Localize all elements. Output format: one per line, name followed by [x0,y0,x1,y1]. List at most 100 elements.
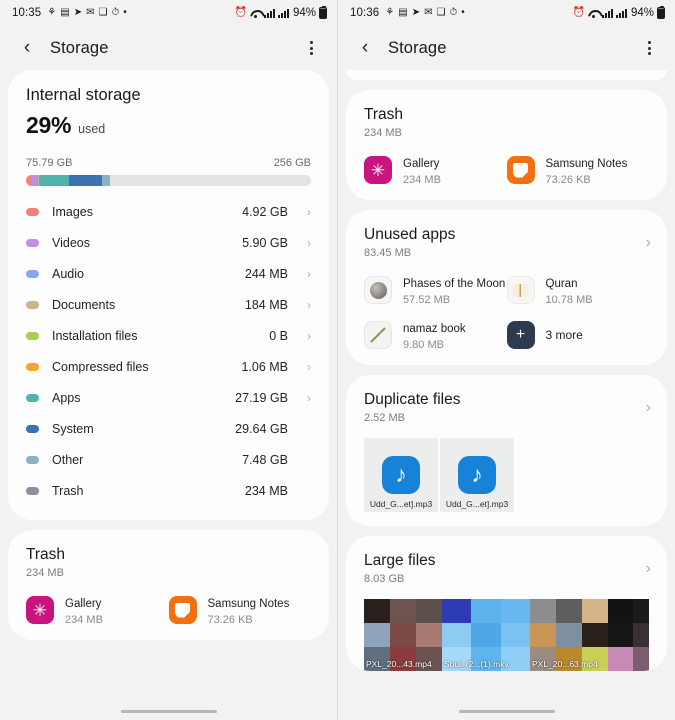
status-system-icons: ⏰ 94% [572,5,665,19]
storage-category-row[interactable]: Videos 5.90 GB › [26,227,311,258]
category-color-dot [26,393,39,402]
battery-percent: 94% [630,7,654,19]
app-entry[interactable]: Gallery 234 MB [364,154,507,186]
battery-icon [657,5,665,19]
storage-category-row[interactable]: Documents 184 MB › [26,289,311,320]
large-file-thumb[interactable]: PXL_20...63.mp4 [530,599,608,671]
chevron-right-icon[interactable]: › [297,205,311,219]
status-notification-icons: ⚘ ▤ ➤ ✉ ❏ ⏱ • [47,8,127,18]
duplicate-file-name: Udd_G...et].mp3 [445,499,509,509]
status-bar-right: 10:36 ⚘ ▤ ➤ ✉ ❏ ⏱ • ⏰ 94% [338,0,675,26]
unused-apps-card[interactable]: Unused apps 83.45 MB › Phases of the Moo… [346,210,667,365]
category-size: 184 MB [244,297,288,312]
category-size: 29.64 GB [235,421,288,436]
status-system-icons: ⏰ 94% [235,5,327,19]
category-label: Images [52,204,93,219]
wifi-icon [588,9,599,18]
category-color-dot [26,300,39,309]
storage-bar-segment [38,175,69,186]
more-options-icon[interactable] [299,36,323,60]
app-entry[interactable]: Samsung Notes 73.26 KB [506,154,650,186]
storage-category-row[interactable]: Compressed files 1.06 MB › [26,351,311,382]
storage-capacity-row: 75.79 GB 256 GB [26,157,311,169]
app-entry[interactable]: 3 more [506,319,650,351]
category-label: Audio [52,266,84,281]
duplicate-file-thumb[interactable]: Udd_G...et].mp3 [364,438,438,512]
storage-category-row[interactable]: Images 4.92 GB › [26,196,311,227]
large-file-thumb[interactable]: PXL_20...43.mp4 [364,599,442,671]
left-scroll-area[interactable]: Internal storage 29% used 75.79 GB 256 G… [0,70,337,720]
trash-card[interactable]: Trash 234 MB Gallery 234 MB Samsung Notes 7… [8,530,329,640]
status-time: 10:36 [350,7,380,19]
duplicate-files-title: Duplicate files [364,391,461,408]
category-size: 27.19 GB [235,390,288,405]
app-entry[interactable]: namaz book 9.80 MB [364,319,507,351]
trash-header: Trash 234 MB [364,106,649,139]
app-entry[interactable]: Samsung Notes 73.26 KB [168,594,312,626]
more-options-icon[interactable] [637,36,661,60]
trash-card-right[interactable]: Trash 234 MB Gallery 234 MB Samsung Notes 7… [346,90,667,200]
back-icon[interactable]: ‹ [352,35,378,61]
alarm-icon: ⏰ [572,7,585,18]
gesture-bar[interactable] [338,709,675,713]
chevron-right-icon[interactable]: › [297,360,311,374]
app-name: 3 more [545,328,583,342]
chevron-right-icon[interactable]: › [297,329,311,343]
chevron-right-icon[interactable]: › [297,298,311,312]
app-entry[interactable]: Phases of the Moon 57.52 MB [364,274,507,306]
trash-title: Trash [364,106,404,123]
storage-category-list: Images 4.92 GB › Videos 5.90 GB › Audio 244 MB ›… [26,186,311,506]
gesture-bar[interactable] [0,709,337,713]
app-name: Quran [545,278,578,290]
large-files-strip: PXL_20...43.mp4 Soul_(2...(1).mkv PXL_20..… [364,599,649,671]
storage-category-row[interactable]: Trash 234 MB [26,475,311,506]
category-label: Compressed files [52,359,149,374]
storage-category-row[interactable]: Audio 244 MB › [26,258,311,289]
duplicate-files-card[interactable]: Duplicate files 2.52 MB › Udd_G...et].mp… [346,375,667,526]
storage-category-row[interactable]: System 29.64 GB [26,413,311,444]
category-color-dot [26,207,39,216]
category-color-dot [26,362,39,371]
category-color-dot [26,331,39,340]
unused-apps-grid: Phases of the Moon 57.52 MB Quran 10.78 MB n… [364,274,649,351]
signal2-icon [615,8,627,18]
duplicate-files-strip: Udd_G...et].mp3 Udd_G...et].mp3 [364,438,649,512]
gallery-icon [26,596,54,624]
app-size: 57.52 MB [403,294,451,306]
back-icon[interactable]: ‹ [14,35,40,61]
right-scroll-area[interactable]: Trash 234 MB Gallery 234 MB Samsung Notes 7… [338,70,675,720]
large-file-thumb[interactable] [608,599,649,671]
chevron-right-icon[interactable]: › [297,391,311,405]
app-size: 73.26 KB [545,174,591,186]
large-file-thumb[interactable]: Soul_(2...(1).mkv [442,599,530,671]
category-size: 1.06 MB [241,359,288,374]
right-phone-screen: 10:36 ⚘ ▤ ➤ ✉ ❏ ⏱ • ⏰ 94% ‹ Storage Tras… [337,0,675,720]
duplicate-file-thumb[interactable]: Udd_G...et].mp3 [440,438,514,512]
category-size: 5.90 GB [242,235,288,250]
chevron-right-icon[interactable]: › [297,236,311,250]
chevron-right-icon[interactable]: › [646,399,651,417]
category-size: 234 MB [244,483,288,498]
chevron-right-icon[interactable]: › [297,267,311,281]
unused-apps-header: Unused apps 83.45 MB › [364,226,651,259]
category-label: Installation files [52,328,138,343]
large-files-card[interactable]: Large files 8.03 GB › PXL_20...43.mp4 Sou… [346,536,667,671]
storage-category-row[interactable]: Installation files 0 B › [26,320,311,351]
category-size: 4.92 GB [242,204,288,219]
chevron-right-icon[interactable]: › [646,560,651,578]
category-color-dot [26,486,39,495]
unused-apps-subtitle: 83.45 MB [364,247,412,259]
app-entry[interactable]: Gallery 234 MB [26,594,169,626]
duplicate-file-name: Udd_G...et].mp3 [369,499,433,509]
storage-category-row[interactable]: Other 7.48 GB [26,444,311,475]
storage-usage-bar [26,175,311,186]
app-icon: ▤ [398,7,408,18]
storage-category-row[interactable]: Apps 27.19 GB › [26,382,311,413]
app-name: Samsung Notes [207,598,290,610]
chevron-right-icon[interactable]: › [646,234,651,252]
app-entry[interactable]: Quran 10.78 MB [506,274,650,306]
more-apps-icon [506,321,535,349]
signal-icon [263,8,275,18]
app-bar-right: ‹ Storage [338,26,675,70]
trash-app-grid: Gallery 234 MB Samsung Notes 73.26 KB [364,154,649,186]
